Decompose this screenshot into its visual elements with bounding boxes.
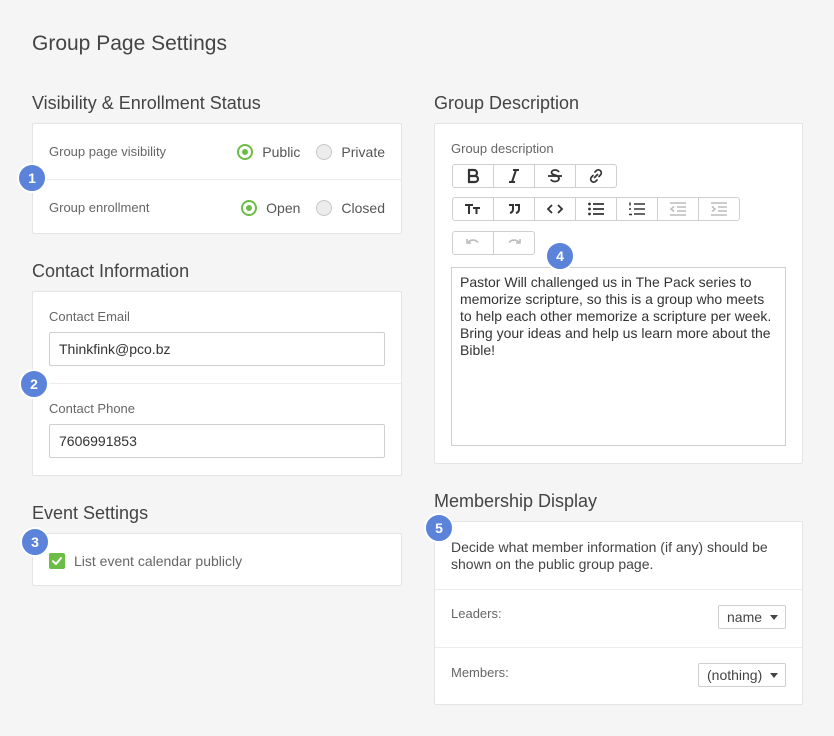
contact-phone-input[interactable] xyxy=(49,424,385,458)
contact-card: Contact Email Contact Phone xyxy=(32,291,402,476)
bullet-list-button[interactable] xyxy=(575,197,617,221)
contact-phone-label: Contact Phone xyxy=(49,401,136,416)
step-badge-2: 2 xyxy=(19,369,49,399)
members-select-value: (nothing) xyxy=(707,667,763,683)
page-title: Group Page Settings xyxy=(32,32,227,55)
divider xyxy=(435,589,802,590)
radio-open-dot[interactable] xyxy=(241,199,258,216)
description-field-label: Group description xyxy=(451,141,554,156)
radio-public-label: Public xyxy=(262,143,301,160)
numbered-list-icon xyxy=(629,202,645,216)
redo-button[interactable] xyxy=(493,231,535,255)
visibility-card: Group page visibility Public Private Gro… xyxy=(32,123,402,234)
enrollment-row: Group enrollment Open Closed xyxy=(33,180,401,235)
link-button[interactable] xyxy=(575,164,617,188)
indent-icon xyxy=(711,202,727,216)
bold-button[interactable] xyxy=(452,164,494,188)
list-publicly-label: List event calendar publicly xyxy=(74,553,243,569)
radio-closed-label: Closed xyxy=(341,199,385,216)
contact-section-title: Contact Information xyxy=(32,261,190,281)
code-icon xyxy=(546,204,564,214)
membership-help-text: Decide what member information (if any) … xyxy=(451,539,768,572)
text-size-icon xyxy=(465,204,480,214)
radio-closed-dot[interactable] xyxy=(316,199,333,216)
format-toolbar xyxy=(452,164,617,188)
indent-button[interactable] xyxy=(698,197,740,221)
page-visibility-row: Group page visibility Public Private xyxy=(33,124,401,179)
redo-icon xyxy=(508,239,521,244)
italic-icon xyxy=(509,169,519,183)
step-badge-5: 5 xyxy=(424,513,454,543)
step-badge-4: 4 xyxy=(545,241,575,271)
radio-open-label: Open xyxy=(266,199,301,216)
list-publicly-checkbox[interactable] xyxy=(49,553,65,569)
bold-icon xyxy=(467,168,480,184)
quote-icon xyxy=(509,204,520,214)
leaders-select-value: name xyxy=(727,609,763,625)
radio-open[interactable]: Open xyxy=(241,199,301,216)
enrollment-label: Group enrollment xyxy=(49,200,150,215)
heading-button[interactable] xyxy=(452,197,494,221)
block-toolbar xyxy=(452,197,740,221)
step-badge-1: 1 xyxy=(17,163,47,193)
enrollment-radio-group: Open Closed xyxy=(225,199,385,216)
radio-closed[interactable]: Closed xyxy=(316,199,385,216)
members-label: Members: xyxy=(451,665,509,680)
membership-section-title: Membership Display xyxy=(434,491,598,511)
strikethrough-icon xyxy=(548,169,562,183)
visibility-section-title: Visibility & Enrollment Status xyxy=(32,93,261,113)
bullet-list-icon xyxy=(588,202,604,216)
radio-private[interactable]: Private xyxy=(316,143,385,160)
code-button[interactable] xyxy=(534,197,576,221)
events-section-title: Event Settings xyxy=(32,503,149,523)
radio-public-dot[interactable] xyxy=(237,143,254,160)
numbered-list-button[interactable] xyxy=(616,197,658,221)
radio-private-label: Private xyxy=(341,143,385,160)
quote-button[interactable] xyxy=(493,197,535,221)
contact-email-input[interactable] xyxy=(49,332,385,366)
italic-button[interactable] xyxy=(493,164,535,188)
page-visibility-radio-group: Public Private xyxy=(221,143,385,160)
link-icon xyxy=(589,169,603,183)
history-toolbar xyxy=(452,231,535,255)
members-select[interactable]: (nothing) xyxy=(698,663,786,687)
step-badge-3: 3 xyxy=(20,527,50,557)
page-visibility-label: Group page visibility xyxy=(49,144,167,159)
chevron-down-icon xyxy=(770,614,779,620)
divider xyxy=(435,647,802,648)
undo-icon xyxy=(466,239,479,244)
leaders-label: Leaders: xyxy=(451,606,502,621)
radio-public[interactable]: Public xyxy=(237,143,301,160)
outdent-button[interactable] xyxy=(657,197,699,221)
checkmark-icon xyxy=(52,557,62,565)
chevron-down-icon xyxy=(770,672,779,678)
description-section-title: Group Description xyxy=(434,93,580,113)
leaders-select[interactable]: name xyxy=(718,605,786,629)
undo-button[interactable] xyxy=(452,231,494,255)
divider xyxy=(33,383,401,384)
radio-private-dot[interactable] xyxy=(316,143,333,160)
outdent-icon xyxy=(669,202,686,216)
strikethrough-button[interactable] xyxy=(534,164,576,188)
contact-email-label: Contact Email xyxy=(49,309,130,324)
description-editor[interactable]: Pastor Will challenged us in The Pack se… xyxy=(451,267,786,446)
